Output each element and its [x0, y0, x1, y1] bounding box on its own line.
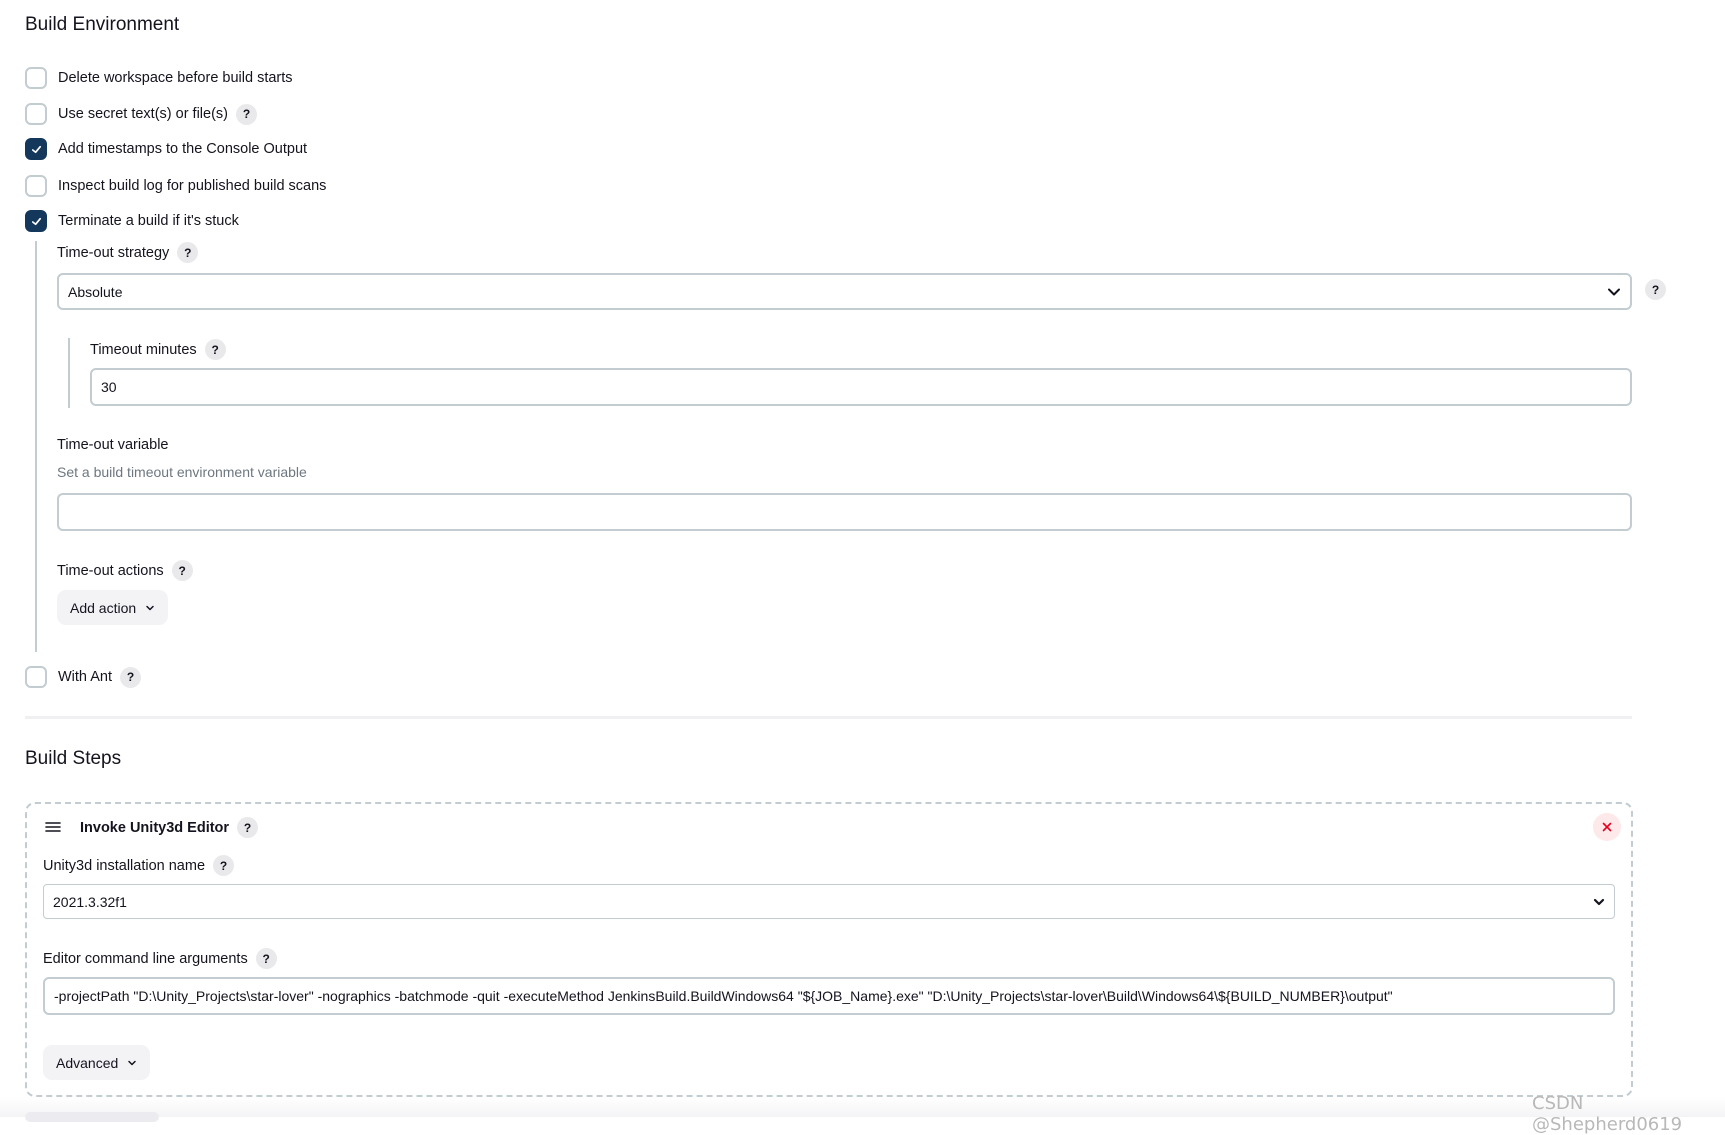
close-icon [1602, 822, 1612, 832]
installation-select[interactable]: 2021.3.32f1 [43, 884, 1615, 919]
option-inspect-build-log[interactable]: Inspect build log for published build sc… [25, 175, 326, 197]
checkbox-checked[interactable] [25, 210, 47, 232]
timeout-actions-label-row: Time-out actions ? [57, 560, 193, 581]
watermark: CSDN @Shepherd0619 [1532, 1093, 1683, 1135]
advanced-button[interactable]: Advanced [43, 1045, 151, 1080]
option-terminate-stuck[interactable]: Terminate a build if it's stuck [25, 210, 239, 232]
help-icon[interactable]: ? [1645, 279, 1666, 300]
timeout-strategy-value: Absolute [68, 283, 123, 300]
option-label: Terminate a build if it's stuck [58, 213, 239, 229]
build-environment-title: Build Environment [25, 14, 180, 35]
timeout-minutes-label: Timeout minutes [90, 341, 197, 358]
option-label: Delete workspace before build starts [58, 70, 293, 86]
checkbox[interactable] [25, 67, 47, 89]
option-label: Add timestamps to the Console Output [58, 141, 308, 157]
timeout-minutes-label-row: Timeout minutes ? [90, 339, 226, 360]
help-icon[interactable]: ? [120, 666, 141, 688]
option-delete-workspace[interactable]: Delete workspace before build starts [25, 67, 293, 89]
help-icon[interactable]: ? [171, 560, 193, 581]
nested-section-line [68, 338, 70, 408]
add-action-button[interactable]: Add action [57, 590, 169, 625]
timeout-minutes-input[interactable]: 30 [90, 368, 1632, 406]
checkmark-icon [31, 217, 41, 225]
nested-section-line [35, 241, 37, 652]
timeout-variable-description: Set a build timeout environment variable [57, 464, 307, 480]
timeout-variable-label: Time-out variable [57, 437, 169, 453]
args-input[interactable]: -projectPath "D:\Unity_Projects\star-lov… [43, 977, 1615, 1015]
option-add-timestamps[interactable]: Add timestamps to the Console Output [25, 138, 307, 160]
help-icon[interactable]: ? [213, 855, 235, 876]
option-use-secret[interactable]: Use secret text(s) or file(s) ? [25, 103, 257, 125]
step-title: Invoke Unity3d Editor [80, 819, 230, 836]
timeout-strategy-label-row: Time-out strategy ? [57, 242, 199, 263]
help-icon[interactable]: ? [237, 817, 259, 838]
help-icon[interactable]: ? [236, 103, 257, 125]
args-value: -projectPath "D:\Unity_Projects\star-lov… [54, 988, 1393, 1004]
bottom-sticky-bar [0, 1097, 1725, 1117]
option-with-ant[interactable]: With Ant ? [25, 666, 141, 688]
partial-button[interactable] [25, 1112, 159, 1122]
checkbox[interactable] [25, 666, 47, 688]
installation-label: Unity3d installation name [43, 857, 206, 874]
step-title-row: Invoke Unity3d Editor ? [80, 817, 259, 838]
chevron-down-icon [1608, 288, 1620, 295]
checkmark-icon [31, 145, 41, 153]
drag-handle-icon[interactable] [44, 820, 62, 834]
timeout-strategy-select[interactable]: Absolute [57, 273, 1632, 310]
help-icon[interactable]: ? [177, 242, 199, 263]
checkbox[interactable] [25, 175, 47, 197]
add-action-label: Add action [70, 599, 137, 616]
advanced-label: Advanced [56, 1054, 119, 1071]
help-icon[interactable]: ? [255, 948, 277, 969]
section-divider [25, 716, 1632, 719]
timeout-minutes-value: 30 [101, 379, 117, 395]
args-label-row: Editor command line arguments ? [43, 948, 277, 969]
help-icon[interactable]: ? [204, 339, 226, 360]
chevron-down-icon [128, 1060, 137, 1065]
installation-value: 2021.3.32f1 [53, 893, 127, 910]
chevron-down-icon [1593, 898, 1605, 905]
option-label: Inspect build log for published build sc… [58, 178, 327, 194]
checkbox-checked[interactable] [25, 138, 47, 160]
delete-step-button[interactable] [1593, 813, 1621, 841]
args-label: Editor command line arguments [43, 950, 248, 967]
option-label: Use secret text(s) or file(s) [58, 106, 228, 122]
build-steps-title: Build Steps [25, 748, 122, 769]
option-label: With Ant [58, 669, 112, 685]
timeout-variable-input[interactable] [57, 493, 1632, 531]
installation-label-row: Unity3d installation name ? [43, 855, 235, 876]
checkbox[interactable] [25, 103, 47, 125]
timeout-actions-label: Time-out actions [57, 562, 164, 579]
chevron-down-icon [146, 605, 154, 610]
timeout-strategy-label: Time-out strategy [57, 244, 170, 261]
